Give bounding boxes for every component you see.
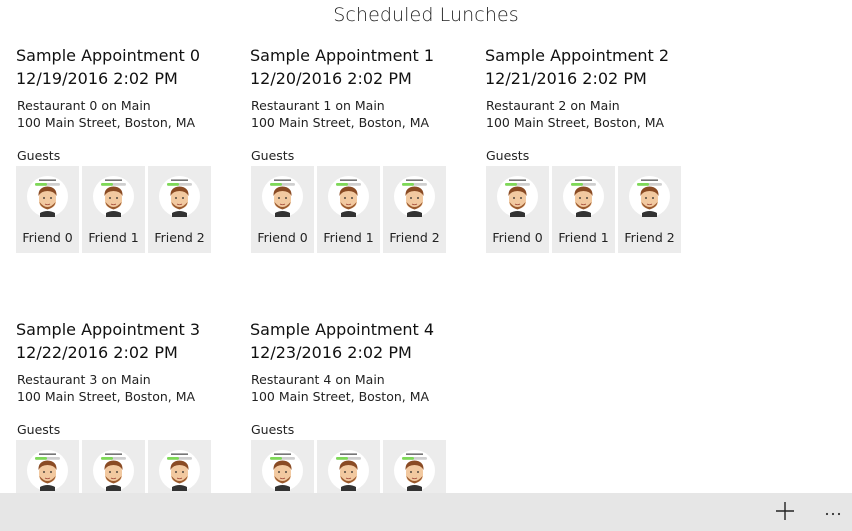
appointment-address: 100 Main Street, Boston, MA bbox=[486, 115, 665, 130]
avatar-drawing bbox=[159, 450, 200, 491]
guests-label: Guests bbox=[17, 148, 61, 163]
guest-avatar-icon bbox=[159, 450, 200, 491]
appointment-address: 100 Main Street, Boston, MA bbox=[17, 389, 196, 404]
guest-tile[interactable]: Friend 2 bbox=[148, 166, 211, 253]
guest-avatar-icon bbox=[262, 176, 303, 217]
command-bar bbox=[0, 493, 852, 531]
guest-avatar-icon bbox=[563, 176, 604, 217]
appointment-restaurant: Restaurant 4 on Main bbox=[251, 372, 385, 387]
appointment-restaurant: Restaurant 3 on Main bbox=[17, 372, 151, 387]
avatar-drawing bbox=[27, 450, 68, 491]
guests-label: Guests bbox=[251, 422, 295, 437]
guest-avatar-icon bbox=[27, 176, 68, 217]
avatar-drawing bbox=[27, 176, 68, 217]
guests-label: Guests bbox=[486, 148, 530, 163]
guest-avatar-icon bbox=[394, 176, 435, 217]
avatar-drawing bbox=[159, 176, 200, 217]
avatar-drawing bbox=[394, 450, 435, 491]
guests-label: Guests bbox=[17, 422, 61, 437]
avatar-drawing bbox=[262, 176, 303, 217]
avatar-drawing bbox=[262, 450, 303, 491]
appointment-address: 100 Main Street, Boston, MA bbox=[251, 389, 430, 404]
guests-label: Guests bbox=[251, 148, 295, 163]
avatar-drawing bbox=[328, 176, 369, 217]
guest-tile[interactable]: Friend 1 bbox=[317, 166, 380, 253]
guest-tile[interactable]: Friend 1 bbox=[82, 166, 145, 253]
avatar-drawing bbox=[497, 176, 538, 217]
appointment-restaurant: Restaurant 0 on Main bbox=[17, 98, 151, 113]
guest-name: Friend 1 bbox=[558, 230, 609, 245]
guest-name: Friend 1 bbox=[88, 230, 139, 245]
guest-avatar-icon bbox=[159, 176, 200, 217]
appointment-datetime: 12/21/2016 2:02 PM bbox=[485, 69, 647, 88]
add-button[interactable] bbox=[772, 498, 798, 524]
appointment-restaurant: Restaurant 2 on Main bbox=[486, 98, 620, 113]
guest-avatar-icon bbox=[497, 176, 538, 217]
avatar-drawing bbox=[563, 176, 604, 217]
guest-name: Friend 2 bbox=[624, 230, 675, 245]
app-window: Scheduled Lunches Sample Appointment 0 1… bbox=[0, 0, 852, 531]
guest-tile[interactable]: Friend 2 bbox=[618, 166, 681, 253]
appointment-title: Sample Appointment 3 bbox=[16, 320, 201, 339]
guest-avatar-icon bbox=[93, 450, 134, 491]
guest-avatar-icon bbox=[93, 176, 134, 217]
appointment-datetime: 12/22/2016 2:02 PM bbox=[16, 343, 178, 362]
appointment-datetime: 12/20/2016 2:02 PM bbox=[250, 69, 412, 88]
more-ellipsis-icon bbox=[825, 512, 841, 516]
guest-tile[interactable]: Friend 0 bbox=[16, 166, 79, 253]
guest-tile[interactable]: Friend 0 bbox=[251, 166, 314, 253]
guest-name: Friend 1 bbox=[323, 230, 374, 245]
more-button[interactable] bbox=[822, 498, 844, 524]
guest-avatar-icon bbox=[27, 450, 68, 491]
guest-avatar-icon bbox=[328, 450, 369, 491]
guest-tile[interactable]: Friend 0 bbox=[486, 166, 549, 253]
guest-tile[interactable]: Friend 2 bbox=[383, 166, 446, 253]
guest-name: Friend 0 bbox=[22, 230, 73, 245]
guest-name: Friend 0 bbox=[492, 230, 543, 245]
guest-avatar-icon bbox=[629, 176, 670, 217]
appointment-title: Sample Appointment 4 bbox=[250, 320, 435, 339]
appointment-title: Sample Appointment 2 bbox=[485, 46, 670, 65]
appointment-title: Sample Appointment 1 bbox=[250, 46, 435, 65]
appointment-title: Sample Appointment 0 bbox=[16, 46, 201, 65]
plus-icon bbox=[776, 502, 794, 520]
avatar-drawing bbox=[93, 176, 134, 217]
appointment-datetime: 12/19/2016 2:02 PM bbox=[16, 69, 178, 88]
avatar-drawing bbox=[93, 450, 134, 491]
avatar-drawing bbox=[629, 176, 670, 217]
appointment-restaurant: Restaurant 1 on Main bbox=[251, 98, 385, 113]
guest-tile[interactable]: Friend 1 bbox=[552, 166, 615, 253]
guest-avatar-icon bbox=[328, 176, 369, 217]
guest-name: Friend 0 bbox=[257, 230, 308, 245]
avatar-drawing bbox=[328, 450, 369, 491]
guest-avatar-icon bbox=[394, 450, 435, 491]
avatar-drawing bbox=[394, 176, 435, 217]
appointment-address: 100 Main Street, Boston, MA bbox=[251, 115, 430, 130]
appointment-address: 100 Main Street, Boston, MA bbox=[17, 115, 196, 130]
page-title: Scheduled Lunches bbox=[333, 4, 519, 26]
guest-name: Friend 2 bbox=[154, 230, 205, 245]
guest-name: Friend 2 bbox=[389, 230, 440, 245]
guest-avatar-icon bbox=[262, 450, 303, 491]
appointment-datetime: 12/23/2016 2:02 PM bbox=[250, 343, 412, 362]
